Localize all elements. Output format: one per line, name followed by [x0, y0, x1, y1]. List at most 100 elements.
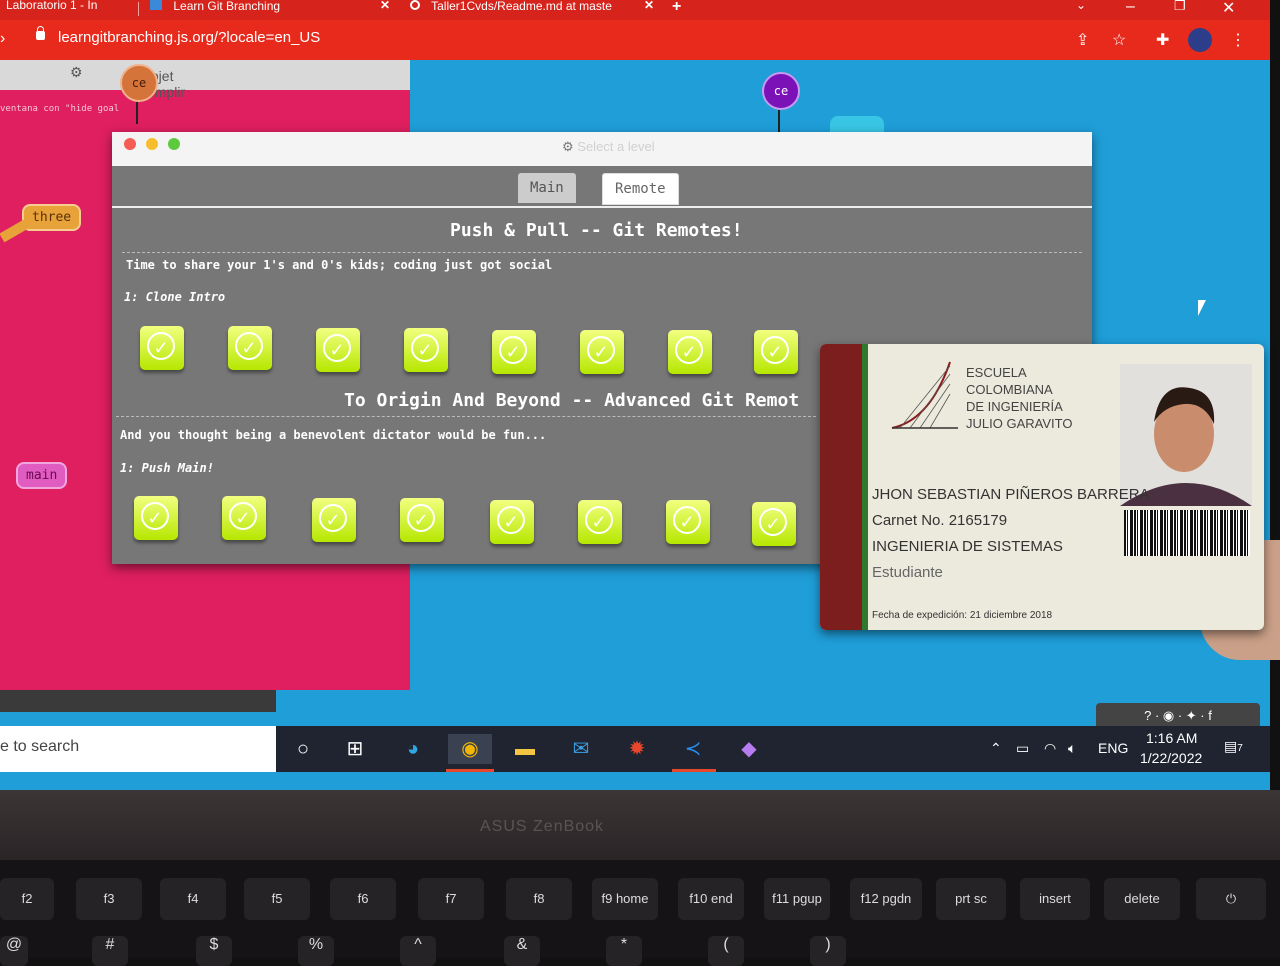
maximize-dot-icon[interactable]: [168, 138, 180, 150]
tab-favicon-icon: [150, 0, 162, 10]
clock-date[interactable]: 1/22/2022: [1140, 750, 1202, 766]
browser-tab-active[interactable]: Learn Git Branching ✕: [150, 0, 390, 20]
school-name-line: Escuela: [966, 365, 1027, 380]
mail-icon[interactable]: ✉: [566, 734, 596, 764]
keyboard-key: ): [810, 936, 846, 966]
commit-arrow: [136, 102, 138, 124]
keyboard-key: #: [92, 936, 128, 966]
section-description: And you thought being a benevolent dicta…: [120, 428, 547, 442]
tab-title: Laboratorio 1 - In: [6, 0, 98, 12]
goal-panel-title: ⚙ Objet cumplir: [70, 64, 186, 100]
keyboard-key: %: [298, 936, 334, 966]
browser-tab[interactable]: Laboratorio 1 - In: [6, 0, 134, 20]
volume-muted-icon[interactable]: 🔈︎: [1068, 740, 1076, 757]
section-description: Time to share your 1's and 0's kids; cod…: [126, 258, 553, 272]
hide-goal-hint: ventana con "hide goal: [0, 104, 120, 114]
keyboard-key: $: [196, 936, 232, 966]
file-explorer-icon[interactable]: ▬: [510, 734, 540, 764]
keyboard-key: f10 end: [678, 878, 744, 920]
keyboard-key: ^: [400, 936, 436, 966]
level-complete-button[interactable]: [134, 496, 178, 540]
battery-icon[interactable]: ▭: [1016, 740, 1029, 757]
restore-icon[interactable]: ❐: [1174, 0, 1186, 14]
notifications-icon[interactable]: ▤7: [1224, 738, 1243, 755]
keyboard-key: *: [606, 936, 642, 966]
bookmark-star-icon[interactable]: ☆: [1112, 30, 1126, 50]
browser-tab[interactable]: Taller1Cvds/Readme.md at maste ✕: [410, 0, 660, 20]
level-complete-button[interactable]: [228, 326, 272, 370]
lock-icon[interactable]: [36, 26, 45, 40]
menu-kebab-icon[interactable]: ⋮: [1230, 30, 1246, 50]
close-tab-icon[interactable]: ✕: [380, 0, 390, 11]
level-complete-button[interactable]: [316, 328, 360, 372]
edge-icon[interactable]: ◕: [398, 734, 428, 764]
gear-icon: ⚙: [562, 139, 574, 154]
card-color-strip: [862, 344, 868, 630]
student-photo: [1120, 364, 1252, 506]
chrome-icon[interactable]: ◉: [448, 734, 492, 764]
level-complete-button[interactable]: [404, 328, 448, 372]
carnet-number: Carnet No. 2165179: [872, 512, 1008, 529]
student-role: Estudiante: [872, 564, 943, 581]
command-bar: [0, 690, 276, 712]
close-dot-icon[interactable]: [124, 138, 136, 150]
close-window-icon[interactable]: ✕: [1222, 0, 1235, 18]
cortana-icon[interactable]: ○: [288, 734, 318, 764]
taskbar-search[interactable]: e to search: [0, 726, 276, 772]
level-complete-button[interactable]: [754, 330, 798, 374]
minimize-icon[interactable]: –: [1126, 0, 1135, 16]
sequence-label: 1: Clone Intro: [124, 290, 226, 304]
new-tab-button[interactable]: +: [672, 0, 681, 16]
language-indicator[interactable]: ENG: [1098, 740, 1128, 756]
tab-title: Taller1Cvds/Readme.md at maste: [431, 0, 612, 13]
dialog-title: ⚙ Select a level: [562, 139, 655, 155]
tab-search-icon[interactable]: ⌄: [1076, 0, 1086, 12]
share-icon[interactable]: ⇪: [1076, 30, 1089, 50]
level-complete-button[interactable]: [752, 502, 796, 546]
school-name-line: de Ingeniería: [966, 399, 1063, 414]
tab-separator: [138, 2, 139, 16]
app-diamond-icon[interactable]: ◆: [734, 734, 764, 764]
school-name: Escuela Colombiana de Ingeniería Julio G…: [966, 364, 1072, 432]
keyboard-key: f6: [330, 878, 396, 920]
back-icon[interactable]: ›: [0, 30, 5, 48]
keyboard-key: &: [504, 936, 540, 966]
task-view-icon[interactable]: ⊞: [340, 734, 370, 764]
power-key-icon: ⏻: [1196, 878, 1266, 920]
laptop-brand: ASUS ZenBook: [480, 818, 605, 835]
keyboard-key: f2: [0, 878, 54, 920]
level-complete-button[interactable]: [492, 330, 536, 374]
level-complete-button[interactable]: [580, 330, 624, 374]
wifi-icon[interactable]: ◠: [1044, 740, 1056, 757]
vscode-icon[interactable]: ≺: [678, 734, 708, 764]
clock-time[interactable]: 1:16 AM: [1146, 730, 1197, 746]
keyboard-key: f3: [76, 878, 142, 920]
url-input[interactable]: learngitbranching.js.org/?locale=en_US: [58, 29, 320, 46]
level-complete-button[interactable]: [222, 496, 266, 540]
level-complete-button[interactable]: [490, 500, 534, 544]
minimize-dot-icon[interactable]: [146, 138, 158, 150]
tab-divider: [112, 206, 1092, 208]
close-tab-icon[interactable]: ✕: [644, 0, 654, 11]
level-complete-button[interactable]: [140, 326, 184, 370]
browser-tab-bar: Laboratorio 1 - In Learn Git Branching ✕…: [0, 0, 1270, 20]
keyboard-key: (: [708, 936, 744, 966]
level-complete-button[interactable]: [312, 498, 356, 542]
extensions-icon[interactable]: ✚: [1156, 30, 1169, 50]
keyboard-key: f12 pgdn: [850, 878, 922, 920]
level-complete-button[interactable]: [578, 500, 622, 544]
level-complete-button[interactable]: [668, 330, 712, 374]
level-complete-button[interactable]: [666, 500, 710, 544]
tab-remote[interactable]: Remote: [602, 173, 679, 205]
tab-main[interactable]: Main: [518, 173, 576, 203]
level-complete-button[interactable]: [400, 498, 444, 542]
active-app-indicator: [672, 769, 716, 772]
section-divider: [122, 252, 1082, 253]
github-icon: [410, 0, 420, 10]
profile-avatar[interactable]: [1188, 28, 1212, 52]
keyboard-key: f4: [160, 878, 226, 920]
tray-chevron-icon[interactable]: ⌃: [990, 740, 1002, 757]
settings-app-icon[interactable]: ✹: [622, 734, 652, 764]
section-divider: [116, 416, 816, 417]
branch-label-main: main: [16, 462, 68, 489]
